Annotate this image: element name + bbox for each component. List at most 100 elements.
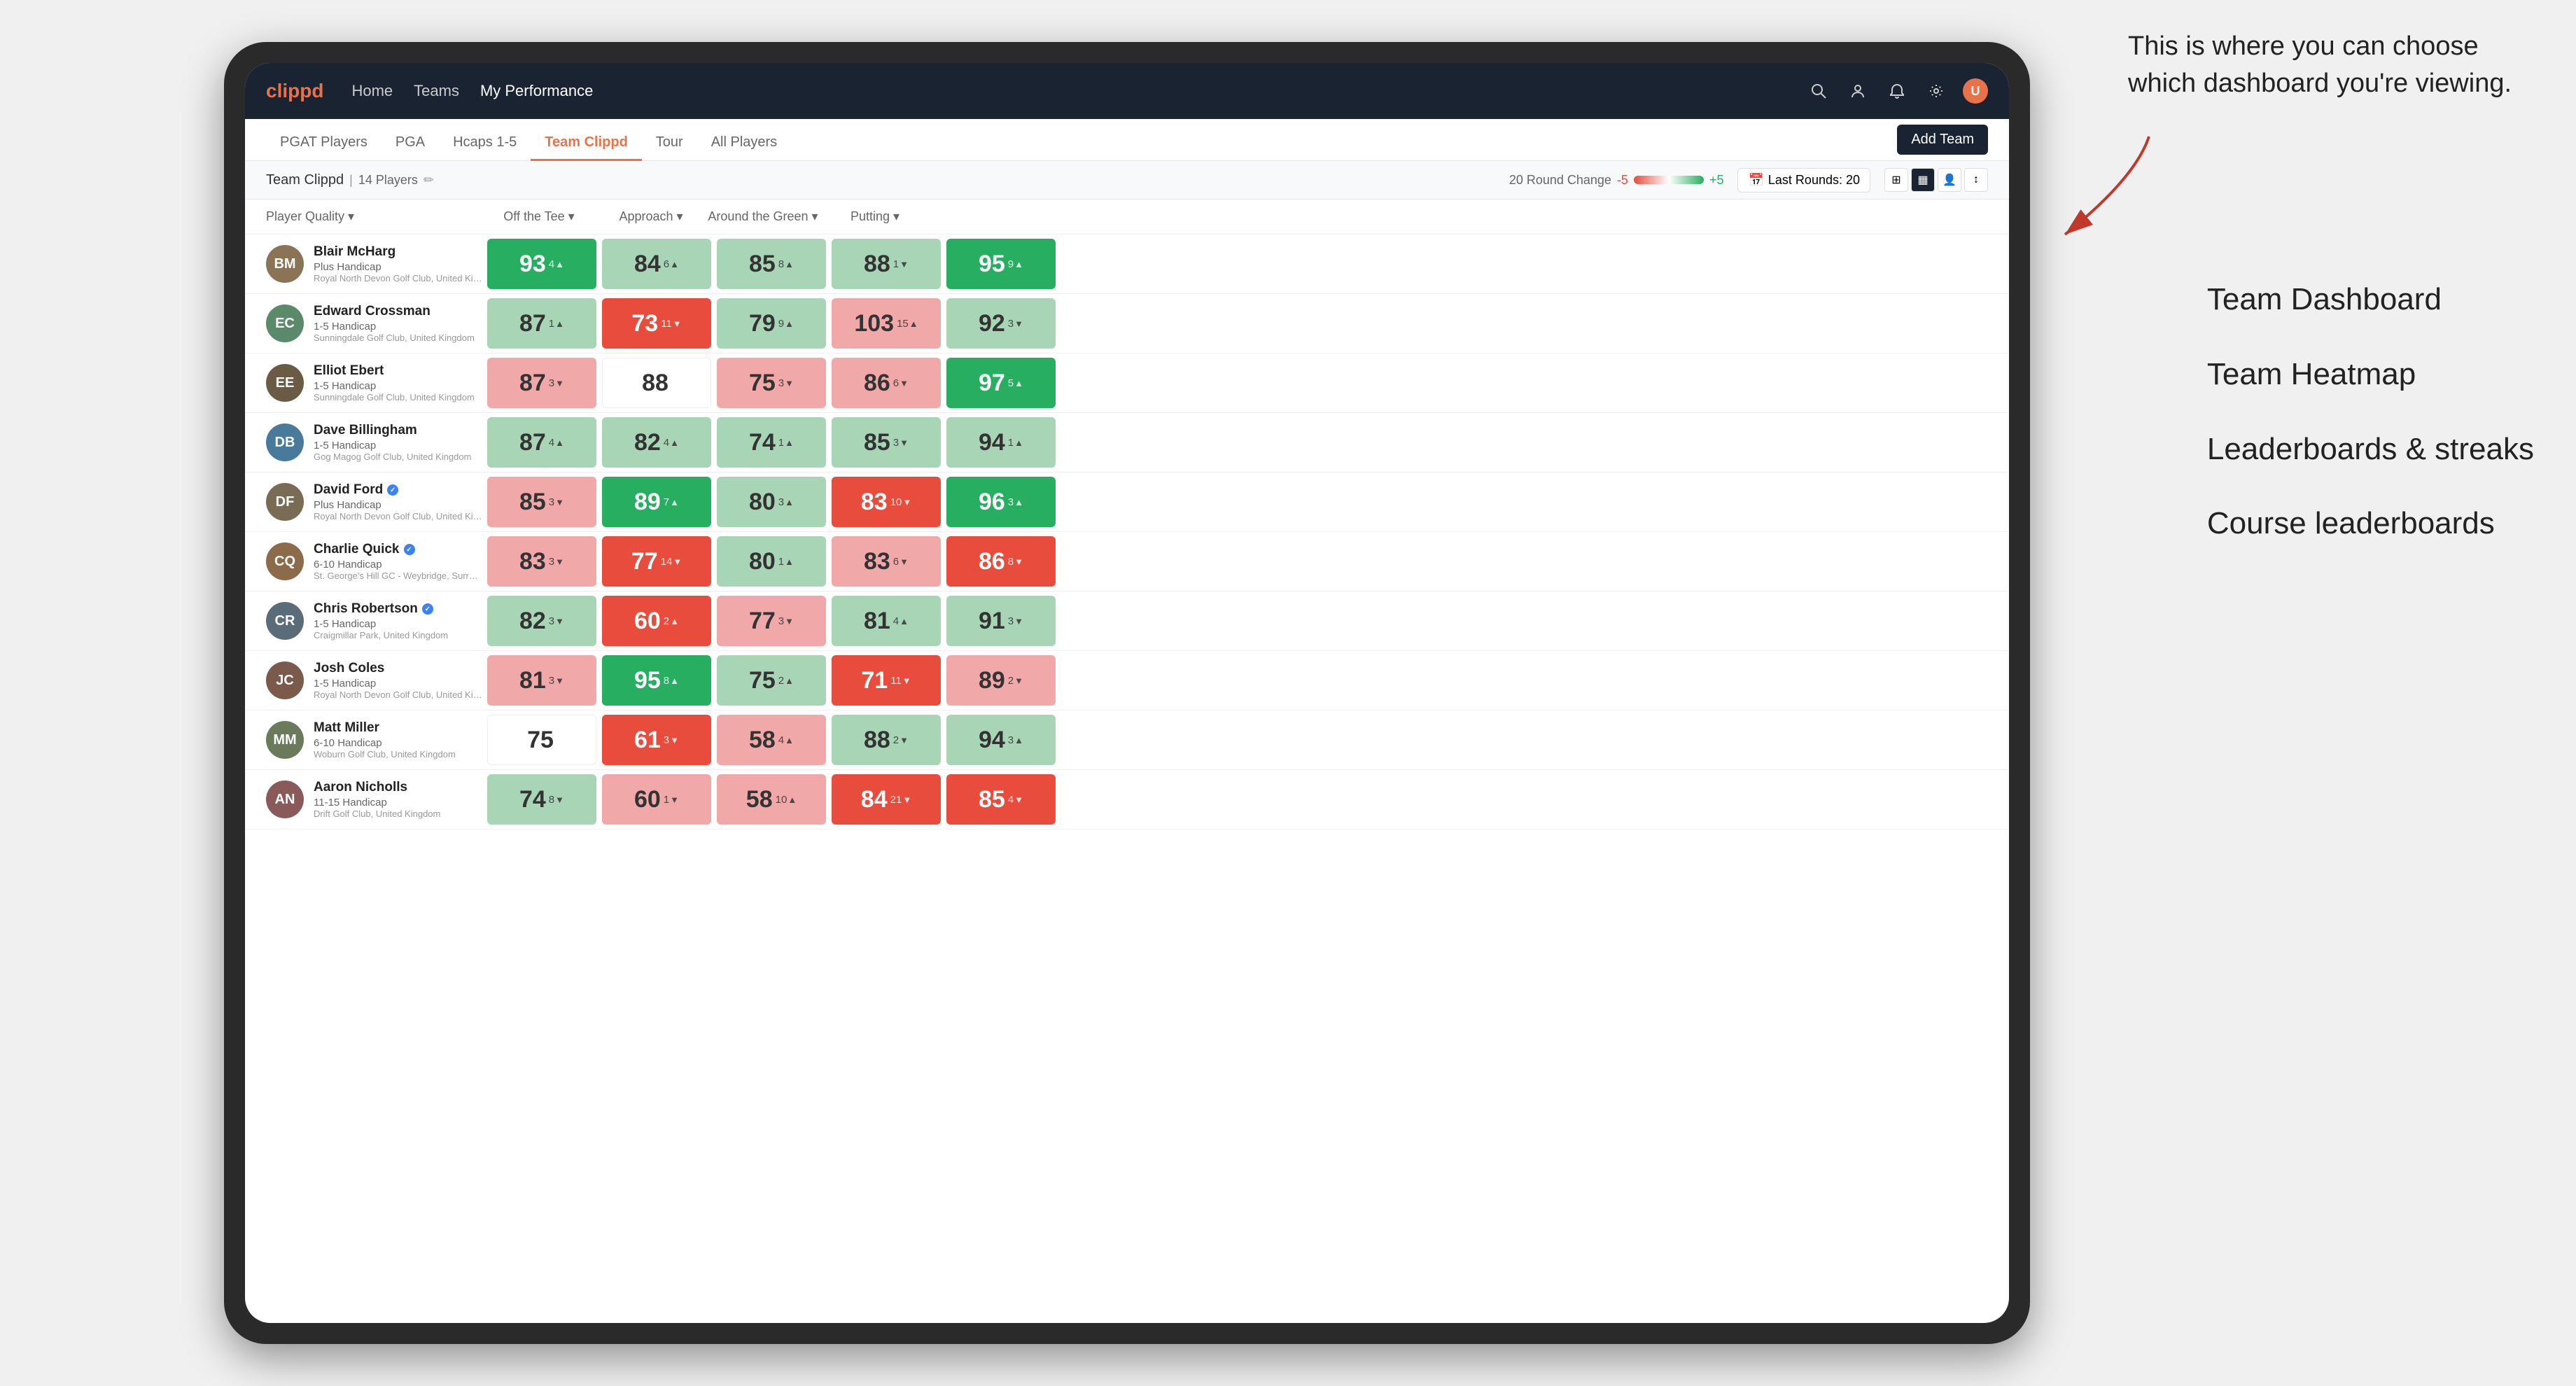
player-avatar: JC	[266, 662, 304, 699]
player-info[interactable]: CR Chris Robertson✓ 1-5 Handicap Craigmi…	[266, 594, 483, 648]
tab-hcaps[interactable]: Hcaps 1-5	[439, 134, 531, 161]
top-nav: clippd Home Teams My Performance	[245, 63, 2009, 119]
player-details: Dave Billingham 1-5 Handicap Gog Magog G…	[314, 423, 483, 462]
team-name: Team Clippd | 14 Players ✏	[266, 172, 434, 188]
tablet-frame: clippd Home Teams My Performance	[224, 42, 2030, 1344]
team-controls: 20 Round Change -5 +5 📅 Last Rounds: 20 …	[1509, 168, 1988, 192]
player-avatar: DB	[266, 424, 304, 461]
grid-view-button[interactable]: ⊞	[1884, 168, 1908, 192]
table-row: JC Josh Coles 1-5 Handicap Royal North D…	[245, 651, 2009, 710]
player-info[interactable]: JC Josh Coles 1-5 Handicap Royal North D…	[266, 654, 483, 707]
score-cell: 83 6▼	[832, 536, 941, 587]
tab-pga[interactable]: PGA	[382, 134, 439, 161]
score-cell: 89 7▲	[602, 477, 711, 527]
edit-icon[interactable]: ✏	[424, 173, 434, 188]
player-avatar: DF	[266, 483, 304, 521]
app-logo: clippd	[266, 80, 323, 102]
tab-team-clippd[interactable]: Team Clippd	[531, 134, 642, 161]
score-cell: 85 8▲	[717, 239, 826, 289]
score-cell: 81 3▼	[487, 655, 596, 706]
verified-icon: ✓	[422, 603, 433, 615]
score-cell: 95 8▲	[602, 655, 711, 706]
tab-pgat-players[interactable]: PGAT Players	[266, 134, 382, 161]
player-handicap: Plus Handicap	[314, 499, 483, 511]
player-handicap: Plus Handicap	[314, 261, 483, 273]
table-row: DF David Ford✓ Plus Handicap Royal North…	[245, 472, 2009, 532]
score-cell: 81 4▲	[832, 596, 941, 646]
table-row: CR Chris Robertson✓ 1-5 Handicap Craigmi…	[245, 592, 2009, 651]
player-club: Drift Golf Club, United Kingdom	[314, 808, 483, 819]
table-view-button[interactable]: ▦	[1911, 168, 1935, 192]
verified-icon: ✓	[387, 484, 398, 496]
search-icon[interactable]	[1806, 78, 1831, 104]
person-view-button[interactable]: 👤	[1938, 168, 1961, 192]
score-cell: 95 9▲	[946, 239, 1056, 289]
player-details: Aaron Nicholls 11-15 Handicap Drift Golf…	[314, 780, 483, 819]
score-cell: 60 1▼	[602, 774, 711, 825]
col-header-approach[interactable]: Approach ▾	[595, 209, 707, 224]
score-cell: 96 3▲	[946, 477, 1056, 527]
col-header-putting[interactable]: Putting ▾	[819, 209, 931, 224]
user-icon[interactable]	[1845, 78, 1870, 104]
player-avatar: AN	[266, 780, 304, 818]
player-info[interactable]: EC Edward Crossman 1-5 Handicap Sunningd…	[266, 297, 483, 350]
score-cell: 89 2▼	[946, 655, 1056, 706]
player-info[interactable]: BM Blair McHarg Plus Handicap Royal Nort…	[266, 237, 483, 290]
nav-teams[interactable]: Teams	[414, 82, 459, 100]
score-cell: 92 3▼	[946, 298, 1056, 349]
player-club: Craigmillar Park, United Kingdom	[314, 630, 483, 640]
gradient-bar	[1634, 176, 1704, 184]
nav-home[interactable]: Home	[351, 82, 393, 100]
score-cell: 93 4▲	[487, 239, 596, 289]
calendar-icon: 📅	[1748, 173, 1763, 188]
player-details: Blair McHarg Plus Handicap Royal North D…	[314, 244, 483, 284]
player-info[interactable]: DF David Ford✓ Plus Handicap Royal North…	[266, 475, 483, 528]
score-cell: 83 10▼	[832, 477, 941, 527]
add-team-button[interactable]: Add Team	[1897, 125, 1988, 155]
score-cell: 88 2▼	[832, 715, 941, 765]
player-info[interactable]: MM Matt Miller 6-10 Handicap Woburn Golf…	[266, 713, 483, 766]
score-cell: 86 8▼	[946, 536, 1056, 587]
nav-my-performance[interactable]: My Performance	[480, 82, 593, 100]
tablet-screen: clippd Home Teams My Performance	[245, 63, 2009, 1323]
col-header-player[interactable]: Player Quality ▾	[266, 209, 483, 224]
player-handicap: 1-5 Handicap	[314, 321, 483, 332]
score-cell: 88	[602, 358, 711, 408]
sub-nav-tabs: PGAT Players PGA Hcaps 1-5 Team Clippd T…	[266, 119, 791, 160]
nav-icons: U	[1806, 78, 1988, 104]
score-cell: 84 6▲	[602, 239, 711, 289]
round-change-label: 20 Round Change -5 +5	[1509, 173, 1724, 188]
last-rounds-button[interactable]: 📅 Last Rounds: 20	[1737, 168, 1870, 192]
score-cell: 85 4▼	[946, 774, 1056, 825]
tab-tour[interactable]: Tour	[642, 134, 697, 161]
score-cell: 91 3▼	[946, 596, 1056, 646]
bell-icon[interactable]	[1884, 78, 1910, 104]
score-cell: 87 4▲	[487, 417, 596, 468]
player-club: Sunningdale Golf Club, United Kingdom	[314, 332, 483, 343]
score-cell: 60 2▲	[602, 596, 711, 646]
player-info[interactable]: EE Elliot Ebert 1-5 Handicap Sunningdale…	[266, 356, 483, 410]
score-cell: 94 3▲	[946, 715, 1056, 765]
col-header-off-tee[interactable]: Off the Tee ▾	[483, 209, 595, 224]
player-info[interactable]: CQ Charlie Quick✓ 6-10 Handicap St. Geor…	[266, 535, 483, 588]
user-avatar[interactable]: U	[1963, 78, 1988, 104]
player-handicap: 11-15 Handicap	[314, 797, 483, 808]
player-name: Aaron Nicholls	[314, 780, 483, 795]
table-row: BM Blair McHarg Plus Handicap Royal Nort…	[245, 234, 2009, 294]
player-club: Royal North Devon Golf Club, United King…	[314, 273, 483, 284]
col-header-around-green[interactable]: Around the Green ▾	[707, 209, 819, 224]
player-club: St. George's Hill GC - Weybridge, Surrey…	[314, 570, 483, 581]
tab-all-players[interactable]: All Players	[697, 134, 791, 161]
score-cell: 74 1▲	[717, 417, 826, 468]
settings-icon[interactable]	[1924, 78, 1949, 104]
player-handicap: 1-5 Handicap	[314, 678, 483, 690]
sort-view-button[interactable]: ↕	[1964, 168, 1988, 192]
player-info[interactable]: AN Aaron Nicholls 11-15 Handicap Drift G…	[266, 773, 483, 826]
score-cell: 77 14▼	[602, 536, 711, 587]
player-name: Charlie Quick✓	[314, 542, 483, 557]
player-avatar: CR	[266, 602, 304, 640]
annotation-item-1: Team Heatmap	[2207, 341, 2534, 409]
score-cell: 74 8▼	[487, 774, 596, 825]
player-name: Elliot Ebert	[314, 363, 483, 379]
player-info[interactable]: DB Dave Billingham 1-5 Handicap Gog Mago…	[266, 416, 483, 469]
